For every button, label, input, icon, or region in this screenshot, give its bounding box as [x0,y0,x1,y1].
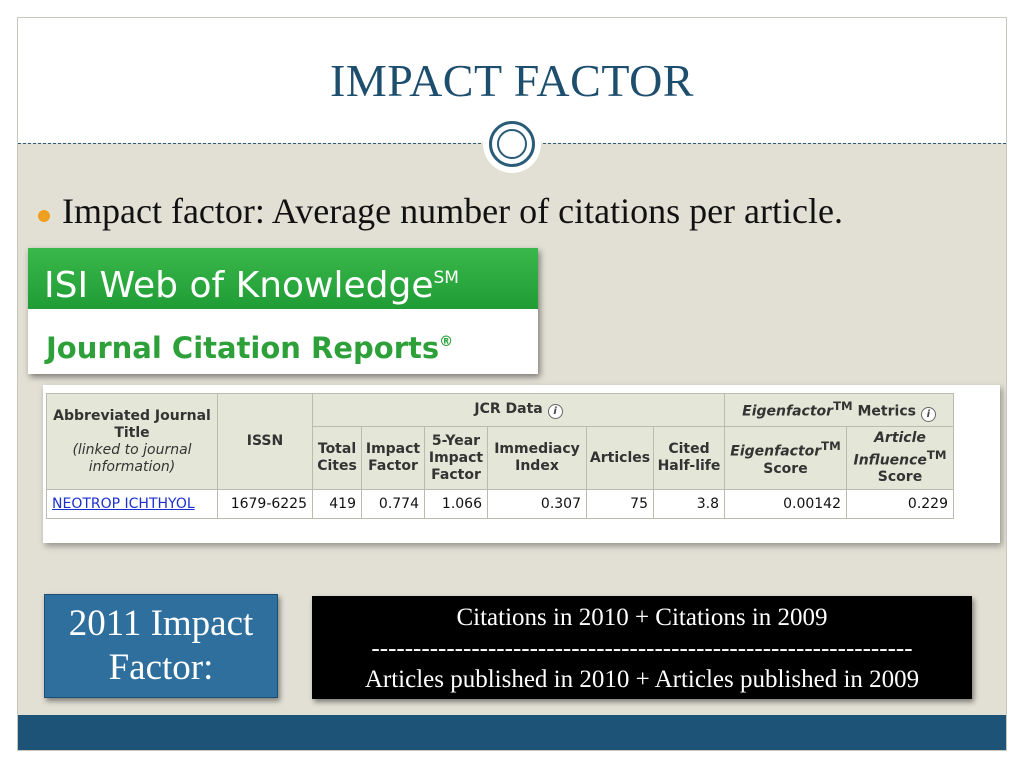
formula-divider: ----------------------------------------… [371,635,913,662]
logo-wok-text: ISI Web of Knowledge [44,265,434,306]
cell-cited-half-life: 3.8 [653,489,725,519]
abbrev-title-note: (linked to journal information) [72,441,192,475]
isi-logo: ISI Web of KnowledgeSM Journal Citation … [28,248,538,374]
eigen-score-suffix: Score [763,460,808,477]
cell-issn: 1679-6225 [217,489,313,519]
jcr-table-panel: Abbreviated Journal Title (linked to jou… [43,385,1000,543]
abbrev-title-label: Abbreviated Journal Title [53,407,211,441]
logo-jcr-text: Journal Citation Reports [46,331,440,365]
formula-numerator: Citations in 2010 + Citations in 2009 [456,604,828,631]
impact-factor-label-box: 2011 Impact Factor: [44,594,278,698]
eigen-group-tm: TM [833,399,853,414]
cell-total-cites: 419 [312,489,362,519]
cell-impact-factor: 0.774 [361,489,425,519]
cell-article-influence: 0.229 [846,489,954,519]
col-cited-half-life: Cited Half-life [653,426,725,490]
col-five-year-if: 5-Year Impact Factor [424,426,488,490]
group-eigenfactor: EigenfactorTM Metrics i [724,393,954,427]
logo-line-wok: ISI Web of KnowledgeSM [28,248,538,309]
jcr-table: Abbreviated Journal Title (linked to jou… [46,393,954,519]
eigen-group-suffix: Metrics [857,403,916,420]
col-abbrev-title: Abbreviated Journal Title (linked to jou… [46,393,218,490]
circle-inner [497,129,527,159]
circle-ring [489,121,535,167]
circle-ornament-icon [483,115,541,173]
eigen-score-label: Eigenfactor [730,443,822,460]
article-influence-label: Article Influence [853,429,927,469]
article-influence-tm: TM [926,447,947,462]
journal-link[interactable]: NEOTROP ICHTHYOL [52,496,195,512]
cell-articles: 75 [586,489,654,519]
col-total-cites: Total Cites [312,426,362,490]
table-row: NEOTROP ICHTHYOL 1679-6225 419 0.774 1.0… [46,489,954,519]
article-influence-suffix: Score [877,469,923,486]
cell-journal: NEOTROP ICHTHYOL [46,489,218,519]
logo-registered-mark: ® [439,334,454,350]
eigen-score-tm: TM [821,439,841,454]
jcr-data-label: JCR Data [474,401,543,417]
col-articles: Articles [586,426,654,490]
footer-band [18,715,1006,750]
cell-five-year-if: 1.066 [424,489,488,519]
cell-immediacy-index: 0.307 [487,489,587,519]
col-article-influence: Article InfluenceTM Score [846,426,954,490]
impact-label-line2: Factor: [108,647,214,688]
slide: IMPACT FACTOR Impact factor: Average num… [17,17,1007,751]
col-impact-factor: Impact Factor [361,426,425,490]
info-icon[interactable]: i [547,404,563,419]
impact-label-line1: 2011 Impact [68,603,254,644]
info-icon[interactable]: i [920,406,936,422]
eigen-group-label: Eigenfactor [742,403,834,420]
bullet-dot-icon [38,210,50,222]
col-issn: ISSN [217,393,313,490]
bullet-text: Impact factor: Average number of citatio… [62,191,843,231]
logo-sm-mark: SM [433,268,459,288]
logo-line-jcr: Journal Citation Reports® [28,309,538,374]
formula-denominator: Articles published in 2010 + Articles pu… [364,666,920,693]
cell-eigenfactor-score: 0.00142 [724,489,847,519]
col-immediacy-index: Immediacy Index [487,426,587,490]
slide-title: IMPACT FACTOR [330,55,694,106]
col-eigenfactor-score: EigenfactorTM Score [724,426,847,490]
formula-box: Citations in 2010 + Citations in 2009 --… [312,596,972,699]
group-jcr-data: JCR Data i [312,393,725,427]
